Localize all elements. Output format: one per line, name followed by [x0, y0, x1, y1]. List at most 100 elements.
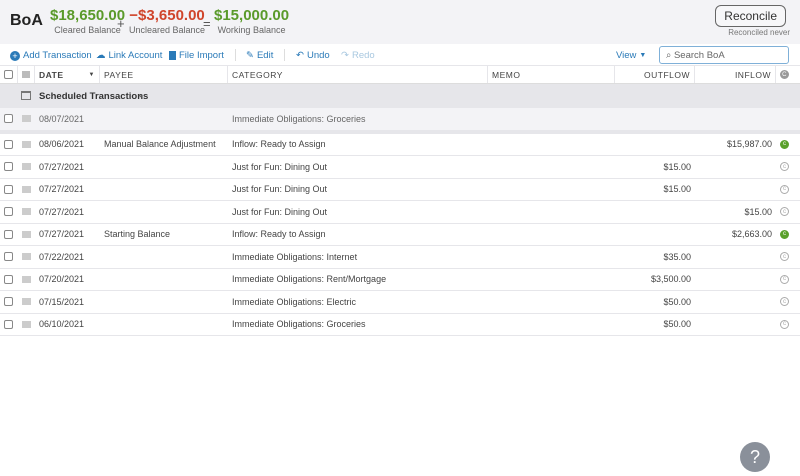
row-checkbox[interactable] [4, 229, 13, 239]
row-checkbox[interactable] [4, 252, 13, 262]
cell-payee[interactable]: Manual Balance Adjustment [100, 134, 228, 156]
cell-control[interactable] [18, 201, 35, 223]
cell-category[interactable]: Just for Fun: Dining Out [228, 201, 488, 223]
cell-payee[interactable] [100, 314, 228, 336]
cell-cleared[interactable]: c [776, 156, 800, 178]
cleared-icon[interactable]: c [780, 274, 789, 284]
flag-icon[interactable] [22, 320, 31, 328]
cell-cleared[interactable]: c [776, 201, 800, 223]
cell-date[interactable]: 07/20/2021 [35, 269, 100, 291]
cell-inflow[interactable] [695, 108, 776, 130]
cell-outflow[interactable] [615, 224, 695, 246]
cell-inflow[interactable] [695, 314, 776, 336]
column-date[interactable]: DATE ▼ [35, 66, 100, 83]
cleared-icon[interactable]: c [780, 162, 789, 172]
flag-icon[interactable] [22, 253, 31, 261]
cell-outflow[interactable]: $35.00 [615, 246, 695, 268]
row-checkbox[interactable] [4, 184, 13, 194]
row-checkbox[interactable] [4, 139, 13, 149]
transaction-row[interactable]: 07/27/2021 Just for Fun: Dining Out $15.00… [0, 156, 800, 179]
cell-control[interactable] [18, 108, 35, 130]
flag-icon[interactable] [22, 275, 31, 283]
cleared-icon[interactable]: c [780, 252, 789, 262]
cell-cleared[interactable]: c [776, 269, 800, 291]
cell-outflow[interactable] [615, 201, 695, 223]
cell-inflow[interactable]: $15.00 [695, 201, 776, 223]
cell-cleared[interactable]: c [776, 314, 800, 336]
cell-outflow[interactable]: $15.00 [615, 179, 695, 201]
cell-inflow[interactable]: $2,663.00 [695, 224, 776, 246]
cell-control[interactable] [18, 269, 35, 291]
reconcile-button[interactable]: Reconcile [715, 5, 786, 27]
flag-icon[interactable] [22, 185, 31, 193]
cell-control[interactable] [18, 134, 35, 156]
link-account-button[interactable]: ☁ Link Account [96, 50, 162, 61]
view-button[interactable]: View ▼ [616, 50, 646, 61]
file-import-button[interactable]: File Import [169, 50, 224, 61]
cell-outflow[interactable]: $15.00 [615, 156, 695, 178]
transaction-row[interactable]: 06/10/2021 Immediate Obligations: Groceri… [0, 314, 800, 336]
cell-control[interactable] [0, 179, 18, 201]
cell-control[interactable] [0, 108, 18, 130]
flag-icon[interactable] [22, 163, 31, 171]
cell-date[interactable]: 08/06/2021 [35, 134, 100, 156]
cell-inflow[interactable] [695, 291, 776, 313]
transaction-row[interactable]: 07/27/2021 Starting Balance Inflow: Ready … [0, 224, 800, 246]
cell-category[interactable]: Inflow: Ready to Assign [228, 134, 488, 156]
cell-control[interactable] [0, 246, 18, 268]
cell-control[interactable] [0, 314, 18, 336]
cell-outflow[interactable] [615, 134, 695, 156]
cell-control[interactable] [0, 201, 18, 223]
undo-button[interactable]: ↶ Undo [296, 50, 330, 61]
cell-category[interactable]: Just for Fun: Dining Out [228, 156, 488, 178]
cell-cleared[interactable]: c [776, 291, 800, 313]
cell-payee[interactable] [100, 269, 228, 291]
cell-control[interactable] [18, 156, 35, 178]
cleared-icon[interactable]: c [780, 319, 789, 329]
cell-payee[interactable] [100, 108, 228, 130]
cell-category[interactable]: Immediate Obligations: Electric [228, 291, 488, 313]
cell-inflow[interactable] [695, 156, 776, 178]
cell-date[interactable]: 08/07/2021 [35, 108, 100, 130]
row-checkbox[interactable] [4, 319, 13, 329]
cell-category[interactable]: Immediate Obligations: Internet [228, 246, 488, 268]
scheduled-transactions-toggle[interactable]: Scheduled Transactions ⌄ [0, 84, 800, 108]
transaction-row[interactable]: 07/22/2021 Immediate Obligations: Interne… [0, 246, 800, 269]
row-checkbox[interactable] [4, 114, 13, 124]
flag-icon[interactable] [22, 208, 31, 216]
cell-control[interactable] [18, 224, 35, 246]
transaction-row[interactable]: 07/20/2021 Immediate Obligations: Rent/Mo… [0, 269, 800, 291]
cell-category[interactable]: Inflow: Ready to Assign [228, 224, 488, 246]
add-transaction-button[interactable]: + Add Transaction [10, 50, 92, 61]
flag-icon[interactable] [22, 230, 31, 238]
cleared-icon[interactable]: c [780, 184, 789, 194]
column-category[interactable]: CATEGORY [228, 66, 488, 83]
transaction-row[interactable]: 08/06/2021 Manual Balance Adjustment Inflo… [0, 134, 800, 156]
cell-date[interactable]: 07/15/2021 [35, 291, 100, 313]
cleared-icon[interactable]: c [780, 297, 789, 307]
cell-category[interactable]: Just for Fun: Dining Out [228, 179, 488, 201]
transaction-row[interactable]: 07/15/2021 Immediate Obligations: Electri… [0, 291, 800, 314]
cleared-icon[interactable]: c [780, 139, 789, 149]
cell-date[interactable]: 07/27/2021 [35, 179, 100, 201]
cell-cleared[interactable]: c [776, 224, 800, 246]
cell-payee[interactable]: Starting Balance [100, 224, 228, 246]
cell-payee[interactable] [100, 246, 228, 268]
cell-payee[interactable] [100, 201, 228, 223]
flag-icon[interactable] [22, 298, 31, 306]
cell-cleared[interactable]: c [776, 134, 800, 156]
cell-inflow[interactable] [695, 246, 776, 268]
cell-inflow[interactable] [695, 269, 776, 291]
cell-cleared[interactable]: c [776, 179, 800, 201]
cell-date[interactable]: 07/27/2021 [35, 156, 100, 178]
cell-control[interactable] [0, 291, 18, 313]
row-checkbox[interactable] [4, 162, 13, 172]
column-payee[interactable]: PAYEE [100, 66, 228, 83]
cell-payee[interactable] [100, 156, 228, 178]
cell-control[interactable] [18, 314, 35, 336]
cell-outflow[interactable]: $3,500.00 [615, 269, 695, 291]
column-cleared[interactable]: C [776, 66, 800, 83]
cell-control[interactable] [0, 156, 18, 178]
flag-icon[interactable] [22, 115, 31, 123]
cleared-icon[interactable]: c [780, 229, 789, 239]
